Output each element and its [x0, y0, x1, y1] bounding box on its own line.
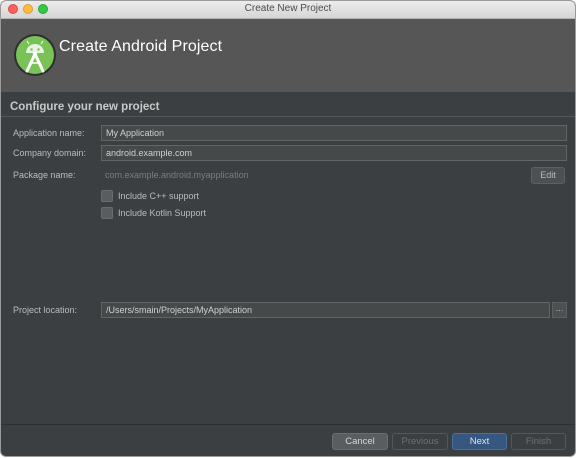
header-banner: Create Android Project: [1, 19, 575, 92]
project-location-input[interactable]: [101, 302, 550, 318]
edit-package-button[interactable]: Edit: [531, 167, 565, 184]
cpp-support-label: Include C++ support: [118, 191, 200, 201]
kotlin-support-label: Include Kotlin Support: [118, 208, 207, 218]
app-name-label: Application name:: [13, 128, 85, 138]
company-domain-label: Company domain:: [13, 148, 87, 158]
footer-divider: [1, 424, 575, 425]
title-bar[interactable]: Create New Project: [1, 1, 575, 19]
window-title: Create New Project: [244, 3, 332, 14]
android-studio-logo-icon: [14, 34, 56, 76]
package-name-label: Package name:: [13, 170, 76, 180]
cancel-button[interactable]: Cancel: [332, 433, 388, 450]
section-heading: Configure your new project: [10, 101, 160, 113]
next-button[interactable]: Next: [452, 433, 507, 450]
create-project-dialog: Create New Project Create Android Projec…: [1, 1, 575, 456]
cpp-support-checkbox[interactable]: [101, 190, 113, 202]
page-title: Create Android Project: [59, 38, 223, 55]
app-name-input[interactable]: [101, 125, 567, 141]
project-location-label: Project location:: [13, 305, 78, 315]
package-name-value: com.example.android.myapplication: [105, 170, 249, 180]
browse-location-button[interactable]: ...: [552, 302, 567, 318]
section-divider: [1, 116, 575, 117]
finish-button[interactable]: Finish: [511, 433, 566, 450]
kotlin-support-checkbox[interactable]: [101, 207, 113, 219]
previous-button[interactable]: Previous: [392, 433, 448, 450]
company-domain-input[interactable]: [101, 145, 567, 161]
